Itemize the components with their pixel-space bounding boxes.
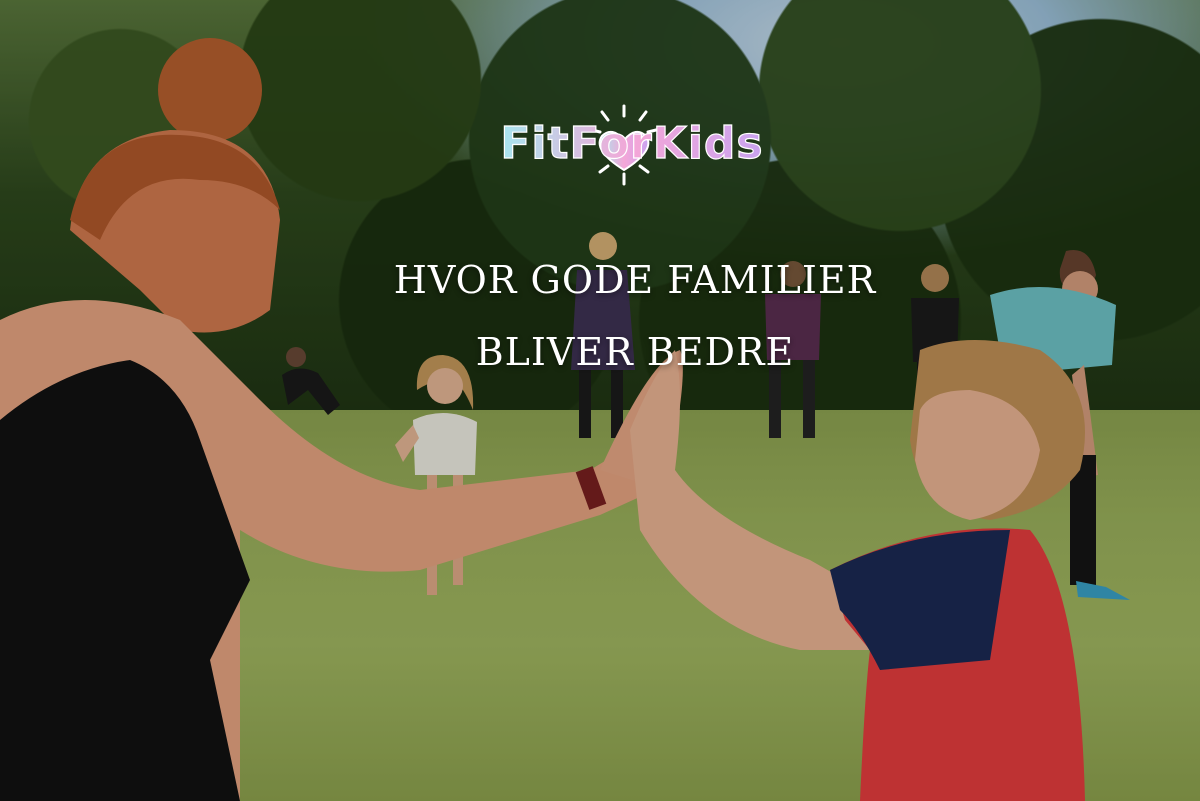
fitforkids-logo: FitForKids (500, 104, 763, 186)
svg-text:FitForKids: FitForKids (500, 118, 763, 169)
headline-line-2: BLIVER BEDRE (475, 330, 795, 374)
headline-line-1: HVOR GODE FAMILIER (393, 258, 877, 302)
